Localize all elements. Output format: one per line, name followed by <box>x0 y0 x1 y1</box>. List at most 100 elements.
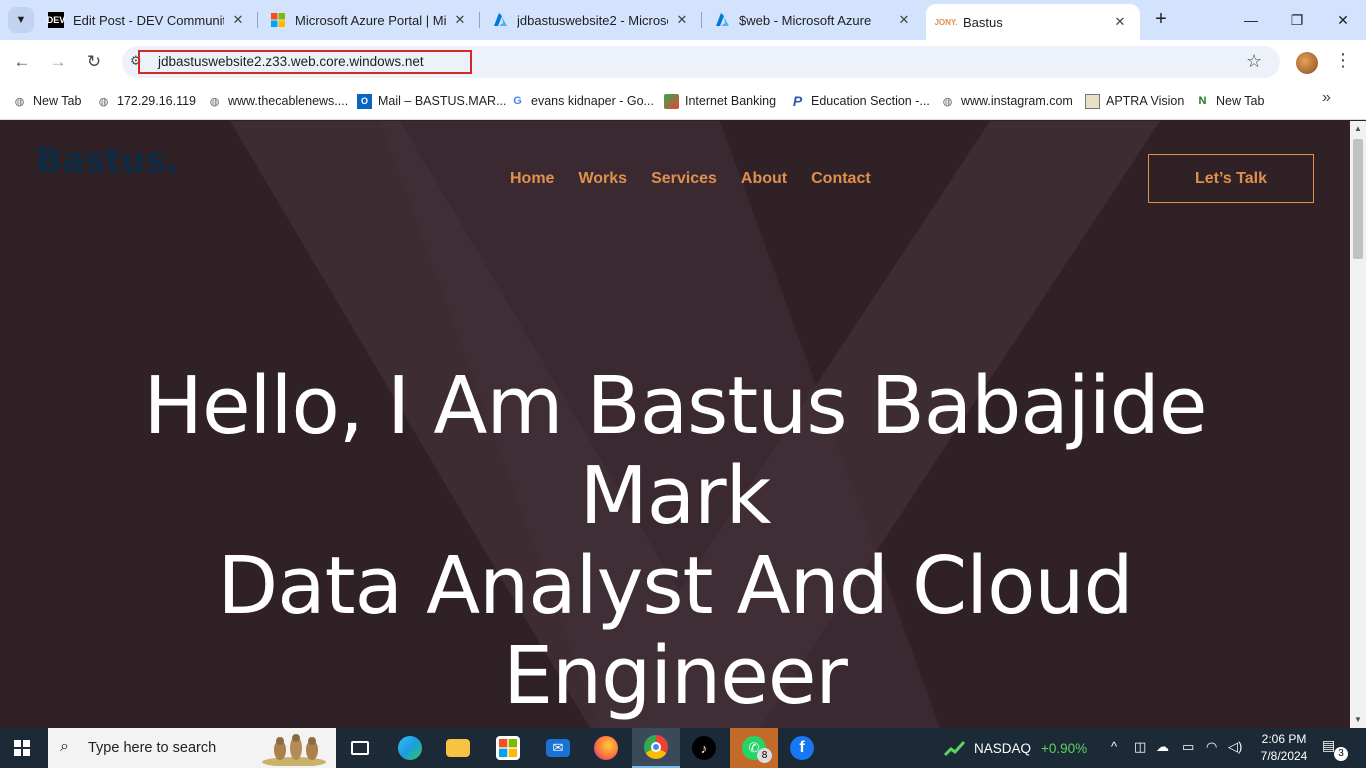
task-view-icon <box>351 741 369 755</box>
scroll-thumb[interactable] <box>1353 139 1363 259</box>
nav-services[interactable]: Services <box>651 170 717 188</box>
restore-icon: ❐ <box>1290 11 1304 28</box>
address-bar[interactable]: ⚙ jdbastuswebsite2.z33.web.core.windows.… <box>122 46 1280 78</box>
clock-date: 7/8/2024 <box>1260 749 1308 763</box>
hero-line: Engineer <box>503 630 848 722</box>
firefox-icon <box>594 736 618 760</box>
bookmark-aptra[interactable]: APTRA Vision <box>1085 92 1184 110</box>
page-scrollbar[interactable]: ▲ ▼ <box>1350 121 1366 728</box>
bookmark-star-icon[interactable]: ☆ <box>1246 51 1262 72</box>
close-icon[interactable]: ✕ <box>896 12 912 28</box>
notification-center[interactable]: ▤ 3 <box>1322 737 1348 761</box>
close-icon[interactable]: ✕ <box>1112 14 1128 30</box>
nav-about[interactable]: About <box>741 170 787 188</box>
microsoft-icon <box>270 12 286 28</box>
jony-favicon-icon: JONY. <box>934 17 958 27</box>
windows-start-icon[interactable] <box>14 740 30 756</box>
tab-dev-community[interactable]: DEV Edit Post - DEV Community ✕ <box>36 0 258 40</box>
windows-taskbar: ⌕ Type here to search ✉ ♪ ✆ 8 f NASDAQ +… <box>0 728 1366 768</box>
more-bookmarks-icon[interactable]: » <box>1322 89 1331 107</box>
restore-button[interactable]: ❐ <box>1274 0 1320 40</box>
chrome-icon <box>644 735 668 759</box>
close-window-button[interactable]: ✕ <box>1320 0 1366 40</box>
bookmark-education[interactable]: P Education Section -... <box>790 92 930 110</box>
taskbar-edge[interactable] <box>386 728 434 768</box>
clock-time: 2:06 PM <box>1261 732 1307 746</box>
tab-strip: ▼ DEV Edit Post - DEV Community ✕ Micros… <box>0 0 1366 40</box>
search-icon: ⌕ <box>60 738 69 755</box>
hero-line: Mark <box>579 450 772 542</box>
tab-bastus[interactable]: JONY. Bastus ✕ <box>926 4 1140 40</box>
tab-azure-portal[interactable]: Microsoft Azure Portal | Micr ✕ <box>258 0 480 40</box>
close-icon[interactable]: ✕ <box>452 12 468 28</box>
bookmark-new-tab[interactable]: ◍ New Tab <box>12 92 82 110</box>
scroll-up-icon[interactable]: ▲ <box>1350 121 1366 137</box>
back-button[interactable]: ← <box>9 49 35 75</box>
bookmark-mail[interactable]: O Mail – BASTUS.MAR... <box>357 92 507 110</box>
volume-icon[interactable]: ◁) <box>1228 739 1242 755</box>
site-logo[interactable]: Bastus. <box>36 141 179 181</box>
task-view-button[interactable] <box>336 728 384 768</box>
close-icon[interactable]: ✕ <box>230 12 246 28</box>
chevron-up-icon[interactable]: ^ <box>1111 739 1117 754</box>
globe-icon: ◍ <box>209 95 220 108</box>
tab-search-button[interactable]: ▼ <box>8 7 34 33</box>
taskbar-facebook[interactable]: f <box>778 728 826 768</box>
bank-icon <box>664 93 679 109</box>
close-icon[interactable]: ✕ <box>674 12 690 28</box>
taskbar-chrome[interactable] <box>632 728 680 768</box>
bookmark-cablenews[interactable]: ◍ www.thecablenews.... <box>207 92 349 110</box>
search-placeholder: Type here to search <box>88 740 217 756</box>
azure-icon <box>714 12 730 28</box>
minimize-icon: — <box>1244 12 1258 28</box>
forward-button[interactable]: → <box>45 49 71 75</box>
store-icon <box>496 736 520 760</box>
bookmark-google-search[interactable]: Gevans kidnaper - Go... <box>510 92 654 110</box>
notification-count: 3 <box>1334 747 1348 761</box>
azure-icon <box>492 12 508 28</box>
nav-works[interactable]: Works <box>578 170 627 188</box>
facebook-icon: f <box>790 736 814 760</box>
chevron-down-icon: ▼ <box>15 14 27 26</box>
mail-icon: ✉ <box>546 739 570 757</box>
close-icon: ✕ <box>1337 11 1349 28</box>
scroll-down-icon[interactable]: ▼ <box>1350 712 1366 728</box>
meet-now-icon[interactable]: ◫ <box>1134 739 1146 755</box>
minimize-button[interactable]: — <box>1228 0 1274 40</box>
stock-widget[interactable]: NASDAQ +0.90% <box>944 739 1087 757</box>
reload-button[interactable]: ↻ <box>81 49 107 75</box>
taskbar-tiktok[interactable]: ♪ <box>680 728 728 768</box>
taskbar-store[interactable] <box>484 728 532 768</box>
taskbar-mail[interactable]: ✉ <box>534 728 582 768</box>
taskbar-file-explorer[interactable] <box>434 728 482 768</box>
taskbar-whatsapp[interactable]: ✆ 8 <box>730 728 778 768</box>
tab-web-azure[interactable]: $web - Microsoft Azure ✕ <box>702 0 924 40</box>
new-tab-button[interactable]: + <box>1150 8 1172 30</box>
battery-icon[interactable]: ▭ <box>1182 739 1194 755</box>
bookmark-instagram[interactable]: ◍ www.instagram.com <box>940 92 1073 110</box>
bookmark-ip[interactable]: ◍ 172.29.16.119 <box>96 92 196 110</box>
whatsapp-badge: 8 <box>757 748 772 763</box>
url-text[interactable]: jdbastuswebsite2.z33.web.core.windows.ne… <box>138 50 472 74</box>
taskbar-firefox[interactable] <box>582 728 630 768</box>
taskbar-search[interactable]: ⌕ Type here to search <box>48 728 336 768</box>
bookmark-internet-banking[interactable]: Internet Banking <box>664 92 776 110</box>
nav-home[interactable]: Home <box>510 170 554 188</box>
nav-contact[interactable]: Contact <box>811 170 871 188</box>
hero-line: Data Analyst And Cloud <box>217 540 1133 632</box>
hero-heading: Hello, I Am Bastus Babajide Mark Data An… <box>0 361 1350 721</box>
site-nav: Home Works Services About Contact <box>510 170 895 188</box>
taskbar-clock[interactable]: 2:06 PM 7/8/2024 <box>1252 731 1316 765</box>
outlook-icon: O <box>357 93 372 109</box>
profile-avatar[interactable] <box>1296 52 1318 74</box>
dev-icon: DEV <box>47 12 65 28</box>
tab-title: Microsoft Azure Portal | Micr <box>295 12 446 28</box>
bookmark-new-tab-2[interactable]: N New Tab <box>1195 92 1265 110</box>
website-viewport: Bastus. Home Works Services About Contac… <box>0 121 1350 728</box>
stock-name: NASDAQ <box>974 740 1032 756</box>
onedrive-icon[interactable]: ☁ <box>1156 739 1169 755</box>
wifi-icon[interactable]: ◠ <box>1206 739 1217 755</box>
tab-jdbastuswebsite2[interactable]: jdbastuswebsite2 - Microsof ✕ <box>480 0 702 40</box>
lets-talk-button[interactable]: Let’s Talk <box>1148 154 1314 203</box>
menu-kebab-icon[interactable]: ⋮ <box>1334 50 1352 71</box>
